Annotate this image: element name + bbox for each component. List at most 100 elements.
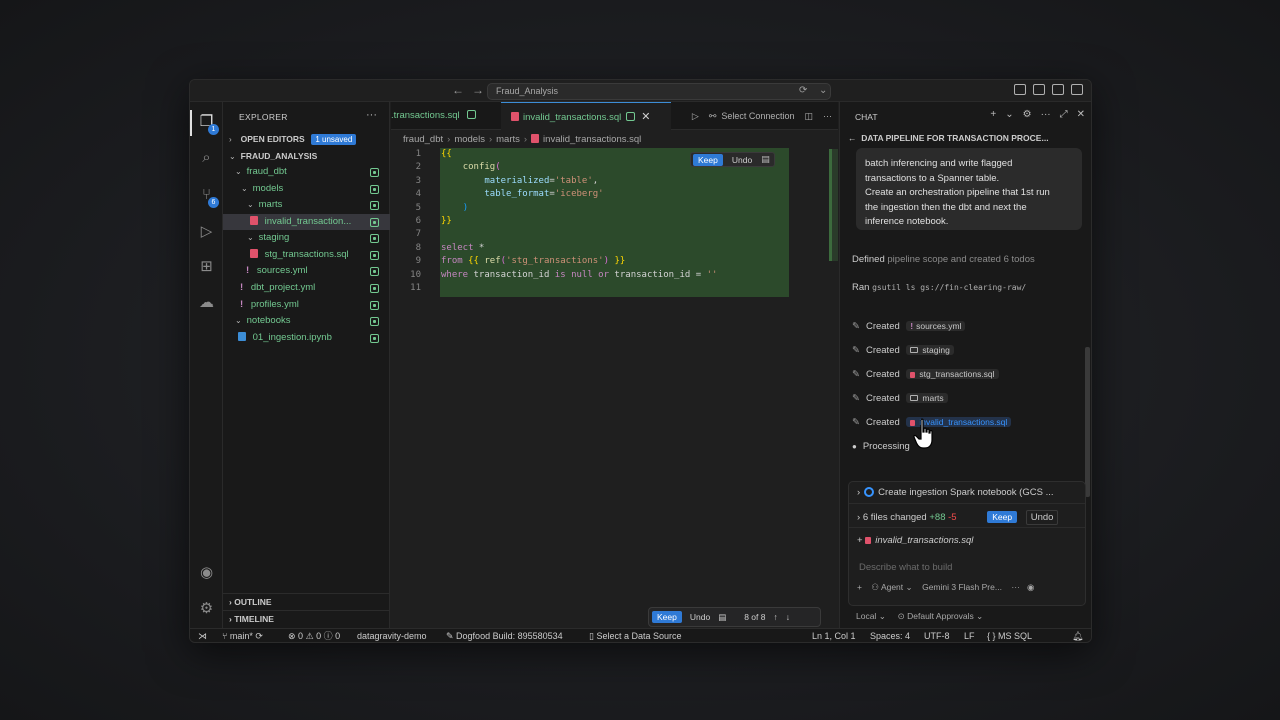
diff-view-icon[interactable]: ▤: [761, 154, 770, 165]
extensions-icon[interactable]: ⊞: [197, 257, 216, 276]
copilot-icon[interactable]: ⟳: [799, 85, 807, 96]
breadcrumb-item[interactable]: invalid_transactions.sql: [543, 134, 641, 145]
chevron-down-icon[interactable]: ⌄: [1005, 109, 1013, 120]
build-indicator[interactable]: ✎ Dogfood Build: 895580534: [446, 629, 563, 642]
back-arrow-icon[interactable]: ←: [848, 133, 857, 143]
file-chip[interactable]: ! sources.yml: [906, 321, 966, 331]
tab-stg-transactions[interactable]: .transactions.sql: [391, 102, 499, 130]
open-editors-section[interactable]: › OPEN EDITORS 1 unsaved: [223, 131, 390, 147]
file-ingestion-notebook[interactable]: 01_ingestion.ipynb: [223, 330, 390, 346]
maximize-icon[interactable]: ⤢: [1060, 109, 1068, 120]
settings-gear-icon[interactable]: ⚙: [197, 599, 216, 618]
breadcrumb-item[interactable]: fraud_dbt: [403, 134, 443, 145]
chat-session-title[interactable]: ← DATA PIPELINE FOR TRANSACTION PROCE...: [848, 130, 1086, 146]
more-actions-icon[interactable]: ···: [823, 111, 832, 121]
local-picker[interactable]: Local ⌄: [856, 611, 886, 621]
more-actions-icon[interactable]: ···: [366, 109, 377, 121]
git-added-icon: [370, 267, 379, 276]
end-of-line[interactable]: LF: [964, 629, 975, 642]
breadcrumb-item[interactable]: models: [454, 134, 485, 145]
chat-input[interactable]: Describe what to build: [859, 562, 952, 573]
chevron-right-icon: ›: [229, 135, 232, 144]
model-picker[interactable]: Gemini 3 Flash Pre...: [922, 582, 1002, 592]
changed-file-row[interactable]: + invalid_transactions.sql: [849, 530, 1085, 552]
folder-fraud-dbt[interactable]: ⌄ fraud_dbt: [223, 164, 390, 180]
file-dbt-project-yml[interactable]: ! dbt_project.yml: [223, 280, 390, 296]
folder-staging[interactable]: ⌄ staging: [223, 230, 390, 246]
undo-button[interactable]: Undo: [690, 612, 710, 622]
keep-button[interactable]: Keep: [652, 611, 682, 623]
split-editor-icon[interactable]: ◫: [804, 111, 813, 121]
project-root[interactable]: ⌄ FRAUD_ANALYSIS: [223, 148, 390, 164]
file-chip[interactable]: staging: [906, 345, 954, 355]
back-arrow-icon[interactable]: ←: [452, 83, 464, 97]
forward-arrow-icon[interactable]: →: [472, 83, 484, 97]
run-debug-icon[interactable]: ▷: [197, 222, 216, 241]
keep-all-button[interactable]: Keep: [987, 511, 1018, 523]
breadcrumb-item[interactable]: marts: [496, 134, 520, 145]
file-invalid-transactions[interactable]: invalid_transaction...: [223, 214, 390, 230]
arrow-up-icon[interactable]: ↑: [774, 612, 778, 622]
file-chip[interactable]: stg_transactions.sql: [906, 369, 999, 379]
outline-section[interactable]: › OUTLINE: [223, 593, 390, 609]
select-connection-button[interactable]: Select Connection: [721, 111, 794, 121]
indentation[interactable]: Spaces: 4: [870, 629, 910, 642]
agent-mode-picker[interactable]: ⚇ Agent ⌄: [871, 582, 912, 592]
todo-item[interactable]: › Create ingestion Spark notebook (GCS ..…: [849, 482, 1085, 504]
close-icon[interactable]: ✕: [641, 111, 650, 123]
language-mode[interactable]: { } MS SQL: [987, 629, 1032, 642]
inline-undo-button[interactable]: Undo: [729, 154, 755, 166]
more-actions-icon[interactable]: ···: [1011, 582, 1020, 592]
datasource-selector[interactable]: ▯ Select a Data Source: [589, 629, 682, 642]
file-sources-yml[interactable]: ! sources.yml: [223, 263, 390, 279]
additions-count: +88: [929, 512, 946, 523]
ran-command: gsutil ls gs://fin-clearing-raw/: [872, 283, 1027, 292]
ran-step[interactable]: Ran gsutil ls gs://fin-clearing-raw/: [852, 282, 1026, 293]
add-context-icon[interactable]: +: [857, 582, 862, 592]
settings-gear-icon[interactable]: ⚙: [1023, 109, 1032, 120]
editor-scrollbar[interactable]: [832, 149, 838, 261]
open-editors-label: OPEN EDITORS: [240, 134, 305, 144]
send-icon[interactable]: ◉: [1027, 582, 1034, 592]
command-center[interactable]: Fraud_Analysis: [487, 83, 831, 100]
toggle-panel-icon[interactable]: [1052, 84, 1064, 95]
remote-icon[interactable]: ⋊: [198, 629, 207, 642]
inline-keep-button[interactable]: Keep: [693, 153, 723, 166]
cursor-position[interactable]: Ln 1, Col 1: [812, 629, 856, 642]
search-icon[interactable]: ⌕: [197, 148, 216, 167]
more-actions-icon[interactable]: ···: [1041, 109, 1051, 120]
files-changed-row[interactable]: › 6 files changed +88 -5 Keep Undo: [849, 506, 1085, 528]
customize-layout-icon[interactable]: [1014, 84, 1026, 95]
tab-invalid-transactions[interactable]: invalid_transactions.sql ✕: [501, 102, 671, 130]
file-chip[interactable]: marts: [906, 393, 948, 403]
connection-icon[interactable]: ⚯: [709, 111, 717, 121]
toggle-secondary-sidebar-icon[interactable]: [1071, 84, 1083, 95]
file-profiles-yml[interactable]: ! profiles.yml: [223, 297, 390, 313]
chevron-down-icon[interactable]: ⌄: [819, 85, 827, 96]
code-editor[interactable]: 1{{ 2 config( 3 materialized='table', 4 …: [391, 148, 831, 308]
folder-notebooks[interactable]: ⌄ notebooks: [223, 313, 390, 329]
encoding[interactable]: UTF-8: [924, 629, 950, 642]
problems-indicator[interactable]: ⊗ 0 ⚠ 0 ⓘ 0: [288, 629, 340, 642]
folder-marts[interactable]: ⌄ marts: [223, 197, 390, 213]
cloud-icon[interactable]: ☁: [197, 293, 216, 312]
close-icon[interactable]: ✕: [1077, 109, 1085, 120]
account-icon[interactable]: ◉: [197, 563, 216, 582]
arrow-down-icon[interactable]: ↓: [786, 612, 790, 622]
toggle-sidebar-icon[interactable]: [1033, 84, 1045, 95]
notifications-bell-icon[interactable]: 🔔︎: [1072, 629, 1083, 642]
chat-header-actions: + ⌄ ⚙ ··· ⤢ ✕: [990, 109, 1085, 120]
diff-view-icon[interactable]: ▤: [718, 612, 726, 623]
run-icon[interactable]: ▷: [692, 111, 699, 121]
folder-models[interactable]: ⌄ models: [223, 181, 390, 197]
git-added-icon: [370, 168, 379, 177]
chat-scrollbar[interactable]: [1085, 347, 1090, 497]
file-stg-transactions[interactable]: stg_transactions.sql: [223, 247, 390, 263]
undo-all-button[interactable]: Undo: [1025, 510, 1059, 525]
project-indicator[interactable]: datagravity-demo: [357, 629, 427, 642]
approvals-picker[interactable]: ⊙ Default Approvals ⌄: [898, 611, 984, 621]
timeline-section[interactable]: › TIMELINE: [223, 610, 390, 626]
new-chat-icon[interactable]: +: [990, 109, 996, 120]
deletions-count: -5: [948, 512, 957, 523]
branch-indicator[interactable]: ⑂ main* ⟳: [222, 629, 263, 642]
